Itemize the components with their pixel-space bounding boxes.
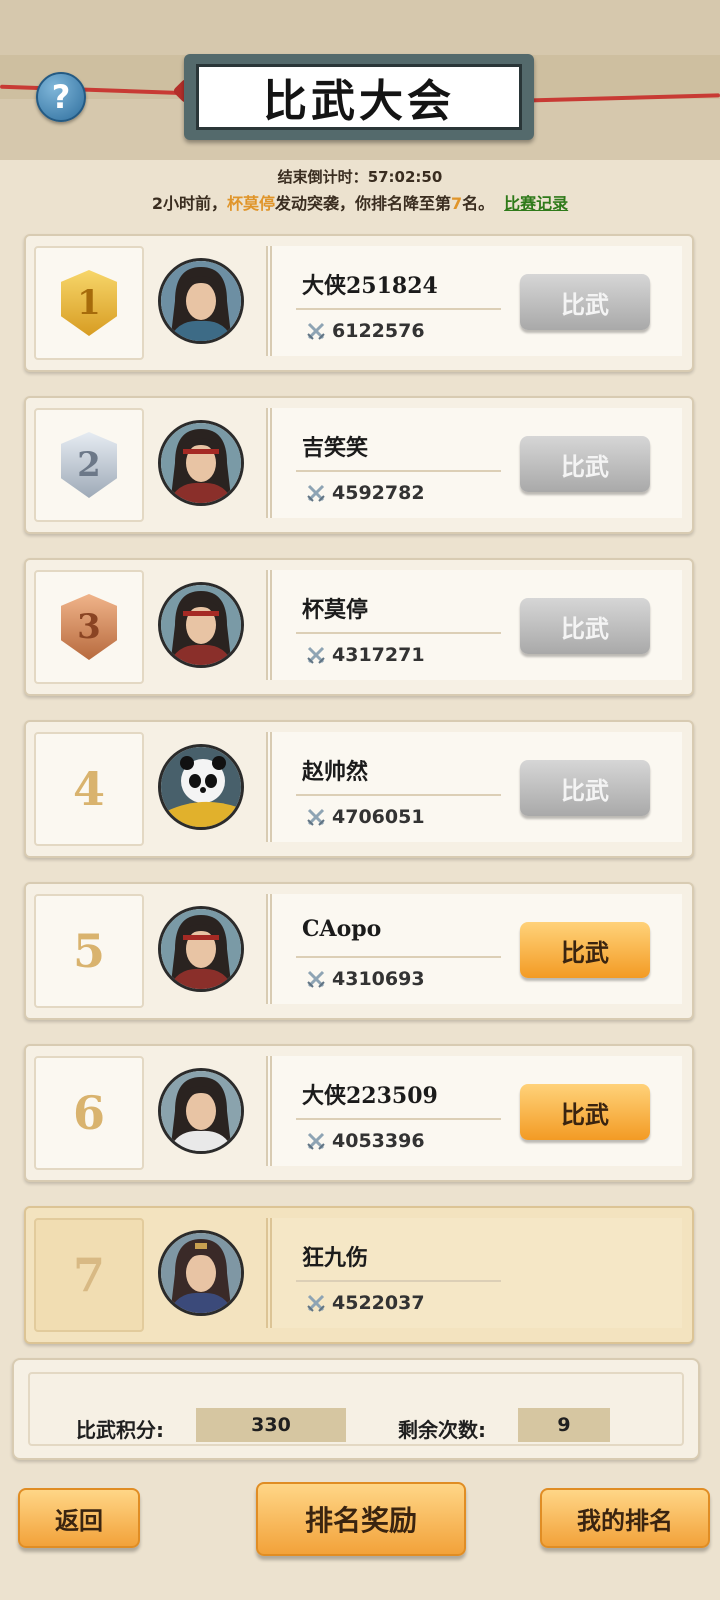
rank-badge: 4 — [34, 732, 144, 846]
player-name: 大侠251824 — [302, 273, 438, 299]
crossed-swords-icon — [307, 1294, 325, 1312]
divider — [296, 794, 501, 796]
rank-row: 2 吉笑笑 4592782 比武 — [24, 396, 694, 534]
rank-badge: 5 — [34, 894, 144, 1008]
challenge-button[interactable]: 比武 — [520, 436, 650, 492]
notice-suffix: 名。 — [462, 194, 495, 213]
bronze-medal-icon: 3 — [61, 594, 117, 660]
player-info: 狂九伤 4522037 — [266, 1218, 682, 1328]
crossed-swords-icon — [307, 484, 325, 502]
player-name: 杯莫停 — [302, 597, 369, 623]
combat-power-value: 6122576 — [332, 320, 425, 342]
challenge-button[interactable]: 比武 — [520, 274, 650, 330]
points-value: 330 — [196, 1408, 346, 1442]
combat-power: 4317271 — [306, 644, 425, 666]
combat-power: 4592782 — [306, 482, 425, 504]
challenge-button[interactable]: 比武 — [520, 922, 650, 978]
rank-row: 3 杯莫停 4317271 比武 — [24, 558, 694, 696]
rank-badge: 1 — [34, 246, 144, 360]
divider — [296, 632, 501, 634]
my-rank-button[interactable]: 我的排名 — [540, 1488, 710, 1548]
crossed-swords-icon — [307, 1132, 325, 1150]
player-name: 赵帅然 — [302, 759, 369, 785]
my-rank-row: 7 狂九伤 4522037 — [24, 1206, 694, 1344]
divider — [296, 956, 501, 958]
countdown-timer: 结束倒计时：57:02:50 — [0, 166, 720, 187]
notice-prefix: 2小时前， — [151, 194, 227, 213]
remaining-value: 9 — [518, 1408, 610, 1442]
headband-warrior-icon[interactable] — [158, 582, 244, 668]
combat-power-value: 4706051 — [332, 806, 425, 828]
player-name: 大侠223509 — [302, 1083, 438, 1109]
stats-frame: 比武积分: 330 剩余次数: 9 — [28, 1372, 684, 1446]
page-title: 比武大会 — [263, 76, 455, 127]
player-name: 狂九伤 — [302, 1245, 369, 1271]
female-warrior-icon[interactable] — [158, 1230, 244, 1316]
swordsman-topknot-icon[interactable] — [158, 258, 244, 344]
combat-power-value: 4317271 — [332, 644, 425, 666]
crossed-swords-icon — [307, 970, 325, 988]
notice-rank: 7 — [451, 194, 463, 213]
challenge-button[interactable]: 比武 — [520, 1084, 650, 1140]
divider — [296, 1118, 501, 1120]
title-plaque: 比武大会 — [184, 54, 534, 140]
rank-badge: 3 — [34, 570, 144, 684]
remaining-label: 剩余次数: — [398, 1418, 486, 1442]
crossed-swords-icon — [307, 808, 325, 826]
headband-warrior-icon[interactable] — [158, 906, 244, 992]
combat-power: 6122576 — [306, 320, 425, 342]
silver-medal-icon: 2 — [61, 432, 117, 498]
headband-warrior-icon[interactable] — [158, 420, 244, 506]
combat-power: 4310693 — [306, 968, 425, 990]
countdown-value: 57:02:50 — [367, 168, 443, 186]
rank-row: 1 大侠251824 6122576 比武 — [24, 234, 694, 372]
combat-power-value: 4592782 — [332, 482, 425, 504]
attack-notice: 2小时前，杯莫停发动突袭，你排名降至第7名。 比赛记录 — [0, 190, 720, 214]
divider — [296, 308, 501, 310]
rank-row: 6 大侠223509 4053396 比武 — [24, 1044, 694, 1182]
question-icon: ? — [51, 78, 71, 116]
rank-reward-button[interactable]: 排名奖励 — [256, 1482, 466, 1556]
panda-icon[interactable] — [158, 744, 244, 830]
combat-power-value: 4522037 — [332, 1292, 425, 1314]
divider — [296, 1280, 501, 1282]
player-name: 吉笑笑 — [302, 435, 369, 461]
rank-badge: 6 — [34, 1056, 144, 1170]
title-frame: 比武大会 — [196, 64, 522, 130]
combat-power: 4053396 — [306, 1130, 425, 1152]
crossed-swords-icon — [307, 646, 325, 664]
player-name: CAopo — [302, 916, 382, 942]
challenge-button[interactable]: 比武 — [520, 598, 650, 654]
crossed-swords-icon — [307, 322, 325, 340]
challenge-button[interactable]: 比武 — [520, 760, 650, 816]
match-record-link[interactable]: 比赛记录 — [504, 194, 568, 213]
rank-row: 4 赵帅然 4706051 比武 — [24, 720, 694, 858]
rank-number: 6 — [72, 1086, 105, 1140]
rank-badge: 7 — [34, 1218, 144, 1332]
rank-number: 7 — [72, 1248, 105, 1302]
notice-middle: 发动突袭，你排名降至第 — [274, 194, 451, 213]
rank-badge: 2 — [34, 408, 144, 522]
combat-power-value: 4053396 — [332, 1130, 425, 1152]
combat-power-value: 4310693 — [332, 968, 425, 990]
rank-row: 5 CAopo 4310693 比武 — [24, 882, 694, 1020]
combat-power: 4706051 — [306, 806, 425, 828]
help-button[interactable]: ? — [36, 72, 86, 122]
gold-medal-icon: 1 — [61, 270, 117, 336]
countdown-label: 结束倒计时： — [277, 168, 368, 186]
combat-power: 4522037 — [306, 1292, 425, 1314]
points-label: 比武积分: — [76, 1418, 164, 1442]
rank-number: 4 — [72, 762, 105, 816]
rank-number: 5 — [72, 924, 105, 978]
scholar-swordsman-icon[interactable] — [158, 1068, 244, 1154]
notice-attacker-name: 杯莫停 — [226, 194, 275, 213]
back-button[interactable]: 返回 — [18, 1488, 140, 1548]
stats-bar: 比武积分: 330 剩余次数: 9 — [12, 1358, 700, 1460]
divider — [296, 470, 501, 472]
